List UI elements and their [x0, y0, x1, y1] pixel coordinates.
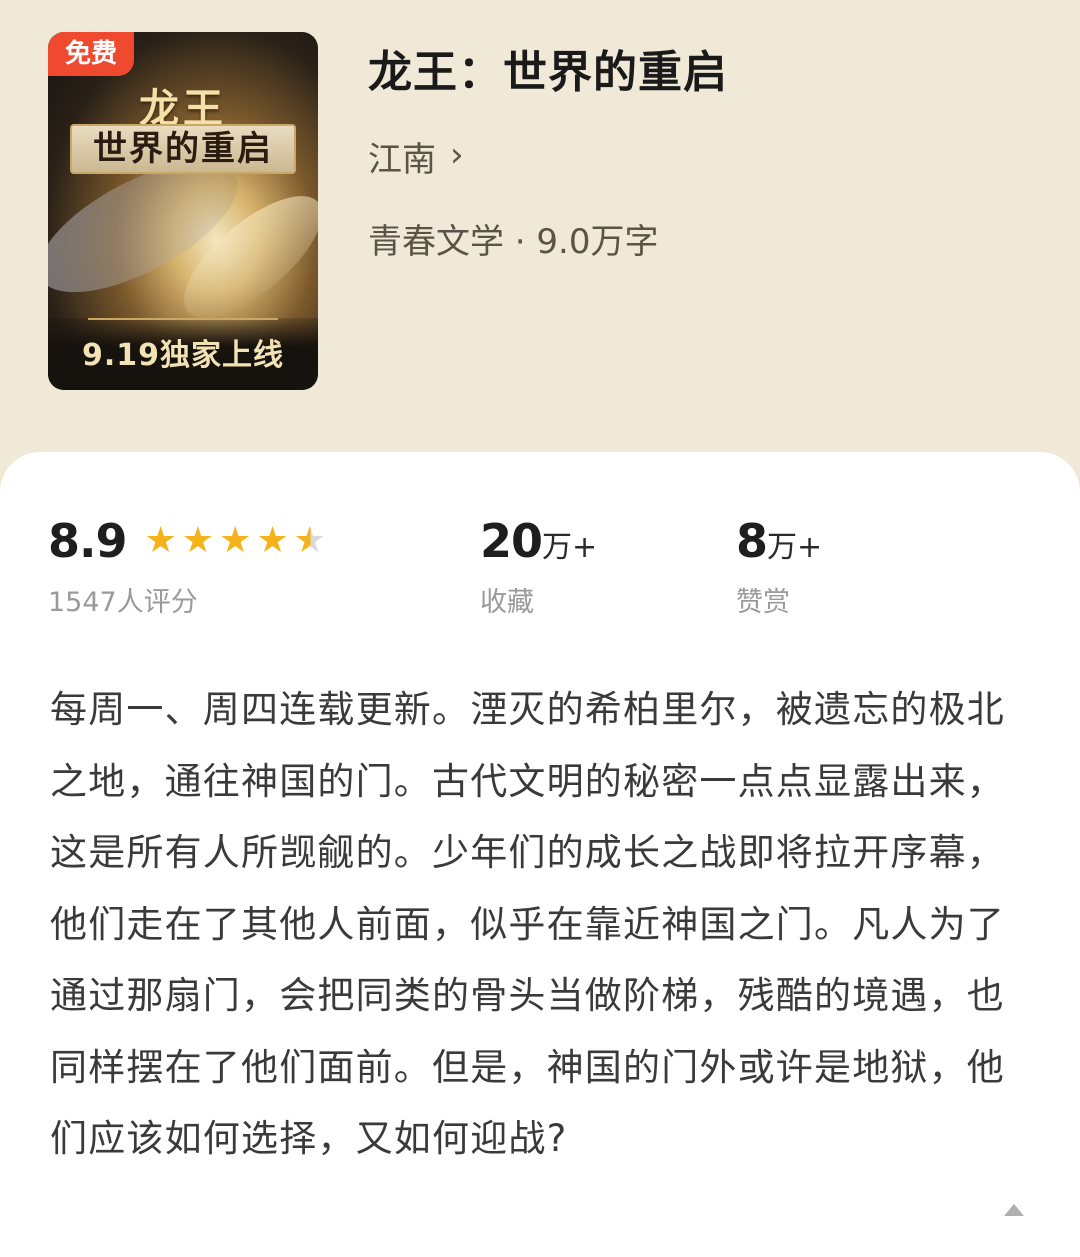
cover-ornament	[88, 318, 278, 328]
star-icon: ★	[181, 520, 215, 561]
favorites-unit: 万+	[542, 530, 598, 565]
book-cover[interactable]: 龙王 世界的重启 9.19独家上线	[48, 32, 318, 390]
rating-stat[interactable]: 8.9 ★ ★ ★ ★ ★ 1547人评分	[48, 514, 326, 619]
favorites-number: 20	[480, 514, 543, 568]
book-info-card: 8.9 ★ ★ ★ ★ ★ 1547人评分 20万+ 收藏 8万+ 赞赏 每周一…	[0, 452, 1080, 1257]
rating-score: 8.9	[48, 514, 127, 568]
rewards-label: 赞赏	[736, 587, 790, 618]
star-icon: ★	[256, 520, 289, 561]
favorites-stat[interactable]: 20万+ 收藏	[480, 514, 597, 619]
book-meta: 青春文学 · 9.0万字	[368, 222, 659, 262]
rating-count: 1547人评分	[48, 587, 198, 618]
free-badge: 免费	[48, 32, 134, 76]
rewards-number: 8	[736, 514, 768, 568]
author-name: 江南	[368, 140, 436, 180]
rewards-stat[interactable]: 8万+ 赞赏	[736, 514, 822, 619]
cover-title-line2: 世界的重启	[70, 124, 296, 174]
star-icon: ★	[144, 520, 177, 561]
star-half-icon: ★	[293, 520, 326, 561]
rating-stars: ★ ★ ★ ★ ★	[145, 523, 326, 559]
favorites-label: 收藏	[480, 587, 534, 618]
chevron-right-icon: ›	[450, 134, 464, 175]
rewards-unit: 万+	[767, 530, 823, 565]
book-description: 每周一、周四连载更新。湮灭的希柏里尔，被遗忘的极北之地，通往神国的门。古代文明的…	[50, 688, 1005, 1160]
book-title: 龙王：世界的重启	[368, 47, 728, 98]
author-link[interactable]: 江南 ›	[368, 132, 464, 181]
star-icon: ★	[219, 520, 252, 561]
cover-release-banner: 9.19独家上线	[81, 338, 285, 373]
triangle-up-icon[interactable]	[1004, 1204, 1024, 1216]
